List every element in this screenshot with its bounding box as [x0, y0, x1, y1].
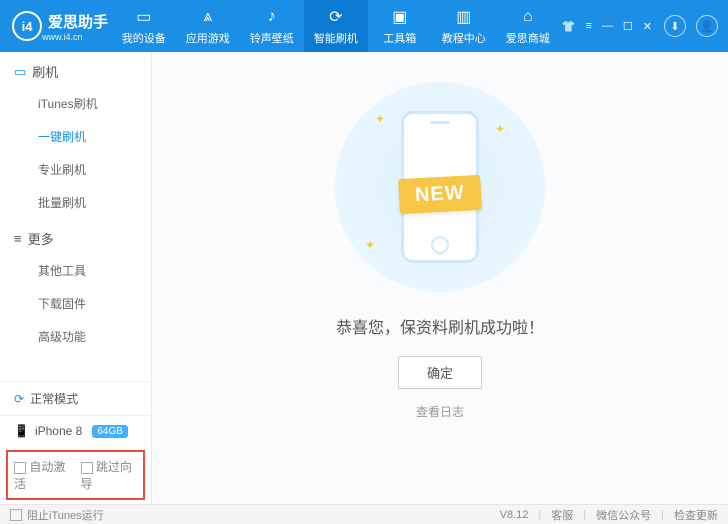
device-info[interactable]: 📱 iPhone 8 64GB — [0, 415, 151, 446]
checkbox-icon — [81, 462, 93, 474]
support-link[interactable]: 客服 — [551, 507, 573, 523]
nav-store[interactable]: ⌂ 爱思商城 — [496, 0, 560, 52]
divider: | — [583, 509, 586, 521]
auto-activate-checkbox[interactable]: 自动激活 — [14, 458, 71, 492]
ok-button[interactable]: 确定 — [398, 356, 482, 389]
phone-icon: 📱 — [14, 424, 29, 438]
logo-icon: i4 — [12, 11, 42, 41]
device-name: iPhone 8 — [35, 424, 82, 438]
sidebar-item-batch-flash[interactable]: 批量刷机 — [0, 186, 151, 219]
footer: 阻止iTunes运行 V8.12 | 客服 | 微信公众号 | 检查更新 — [0, 504, 728, 524]
nav-label: 铃声壁纸 — [250, 30, 294, 46]
tshirt-icon[interactable]: 👕 — [560, 18, 578, 35]
menu-icon[interactable]: ≡ — [583, 18, 593, 34]
mode-status[interactable]: ⟳ 正常模式 — [0, 381, 151, 415]
sidebar: ▭ 刷机 iTunes刷机 一键刷机 专业刷机 批量刷机 ≡ 更多 其他工具 下… — [0, 52, 152, 504]
nav-ringtone[interactable]: ♪ 铃声壁纸 — [240, 0, 304, 52]
version-label: V8.12 — [500, 509, 529, 521]
sparkle-icon: ✦ — [375, 112, 385, 126]
user-button[interactable]: 👤 — [696, 15, 718, 37]
post-flash-options: 自动激活 跳过向导 — [6, 450, 145, 500]
success-message: 恭喜您，保资料刷机成功啦！ — [336, 314, 544, 338]
divider: | — [661, 509, 664, 521]
refresh-icon: ⟳ — [14, 392, 24, 406]
minimize-icon[interactable]: — — [600, 18, 615, 34]
view-log-link[interactable]: 查看日志 — [416, 403, 464, 420]
nav-label: 应用游戏 — [186, 30, 230, 46]
nav-label: 工具箱 — [383, 30, 416, 46]
sidebar-item-itunes-flash[interactable]: iTunes刷机 — [0, 87, 151, 120]
update-link[interactable]: 检查更新 — [674, 507, 718, 523]
phone-icon: ▭ — [14, 64, 26, 80]
block-itunes-checkbox[interactable]: 阻止iTunes运行 — [10, 507, 104, 523]
nav-my-device[interactable]: ▭ 我的设备 — [112, 0, 176, 52]
sidebar-group-flash: ▭ 刷机 — [0, 52, 151, 87]
logo-text-wrap: 爱思助手 www.i4.cn — [42, 11, 108, 42]
mode-label: 正常模式 — [30, 390, 78, 407]
sidebar-item-other-tools[interactable]: 其他工具 — [0, 254, 151, 287]
sidebar-group-title: 更多 — [28, 229, 54, 248]
sparkle-icon: ✦ — [365, 238, 375, 252]
maximize-icon[interactable]: ☐ — [621, 18, 635, 35]
sidebar-item-pro-flash[interactable]: 专业刷机 — [0, 153, 151, 186]
divider: | — [538, 509, 541, 521]
window-controls: 👕 ≡ — ☐ ✕ ⬇ 👤 — [560, 15, 728, 37]
flash-icon: ⟳ — [326, 7, 346, 27]
nav-apps[interactable]: ⩓ 应用游戏 — [176, 0, 240, 52]
success-illustration: ✦ ✦ ✦ NEW — [335, 82, 545, 292]
top-nav: ▭ 我的设备 ⩓ 应用游戏 ♪ 铃声壁纸 ⟳ 智能刷机 ▣ 工具箱 ▥ 教程中心 ⌂ 爱思商城 — [112, 0, 560, 52]
user-icon: 👤 — [700, 20, 714, 33]
titlebar: i4 爱思助手 www.i4.cn ▭ 我的设备 ⩓ 应用游戏 ♪ 铃声壁纸 ⟳ 智能刷… — [0, 0, 728, 52]
sidebar-group-title: 刷机 — [32, 62, 58, 81]
toolbox-icon: ▣ — [390, 7, 410, 27]
apps-icon: ⩓ — [198, 7, 218, 27]
sidebar-item-oneclick-flash[interactable]: 一键刷机 — [0, 120, 151, 153]
sidebar-item-download-firmware[interactable]: 下载固件 — [0, 287, 151, 320]
new-ribbon: NEW — [398, 175, 481, 214]
more-icon: ≡ — [14, 231, 22, 246]
skip-guide-checkbox[interactable]: 跳过向导 — [81, 458, 138, 492]
wechat-link[interactable]: 微信公众号 — [596, 507, 651, 523]
nav-label: 爱思商城 — [506, 30, 550, 46]
tutorial-icon: ▥ — [454, 7, 474, 27]
body: ▭ 刷机 iTunes刷机 一键刷机 专业刷机 批量刷机 ≡ 更多 其他工具 下… — [0, 52, 728, 504]
logo-sub: www.i4.cn — [42, 32, 108, 42]
checkbox-icon — [14, 462, 26, 474]
checkbox-icon — [10, 509, 22, 521]
logo[interactable]: i4 爱思助手 www.i4.cn — [0, 11, 112, 42]
ringtone-icon: ♪ — [262, 7, 282, 27]
nav-flash[interactable]: ⟳ 智能刷机 — [304, 0, 368, 52]
nav-label: 智能刷机 — [314, 30, 358, 46]
sidebar-group-more: ≡ 更多 — [0, 219, 151, 254]
main-content: ✦ ✦ ✦ NEW 恭喜您，保资料刷机成功啦！ 确定 查看日志 — [152, 52, 728, 504]
device-icon: ▭ — [134, 7, 154, 27]
footer-right: V8.12 | 客服 | 微信公众号 | 检查更新 — [500, 507, 718, 523]
nav-tutorial[interactable]: ▥ 教程中心 — [432, 0, 496, 52]
nav-label: 教程中心 — [442, 30, 486, 46]
store-icon: ⌂ — [518, 7, 538, 27]
close-icon[interactable]: ✕ — [641, 18, 654, 35]
nav-toolbox[interactable]: ▣ 工具箱 — [368, 0, 432, 52]
sidebar-item-advanced[interactable]: 高级功能 — [0, 320, 151, 353]
download-button[interactable]: ⬇ — [664, 15, 686, 37]
sparkle-icon: ✦ — [495, 122, 505, 136]
logo-text: 爱思助手 — [48, 11, 108, 32]
nav-label: 我的设备 — [122, 30, 166, 46]
storage-badge: 64GB — [92, 425, 128, 438]
download-icon: ⬇ — [670, 20, 679, 33]
checkbox-label: 阻止iTunes运行 — [27, 507, 104, 523]
